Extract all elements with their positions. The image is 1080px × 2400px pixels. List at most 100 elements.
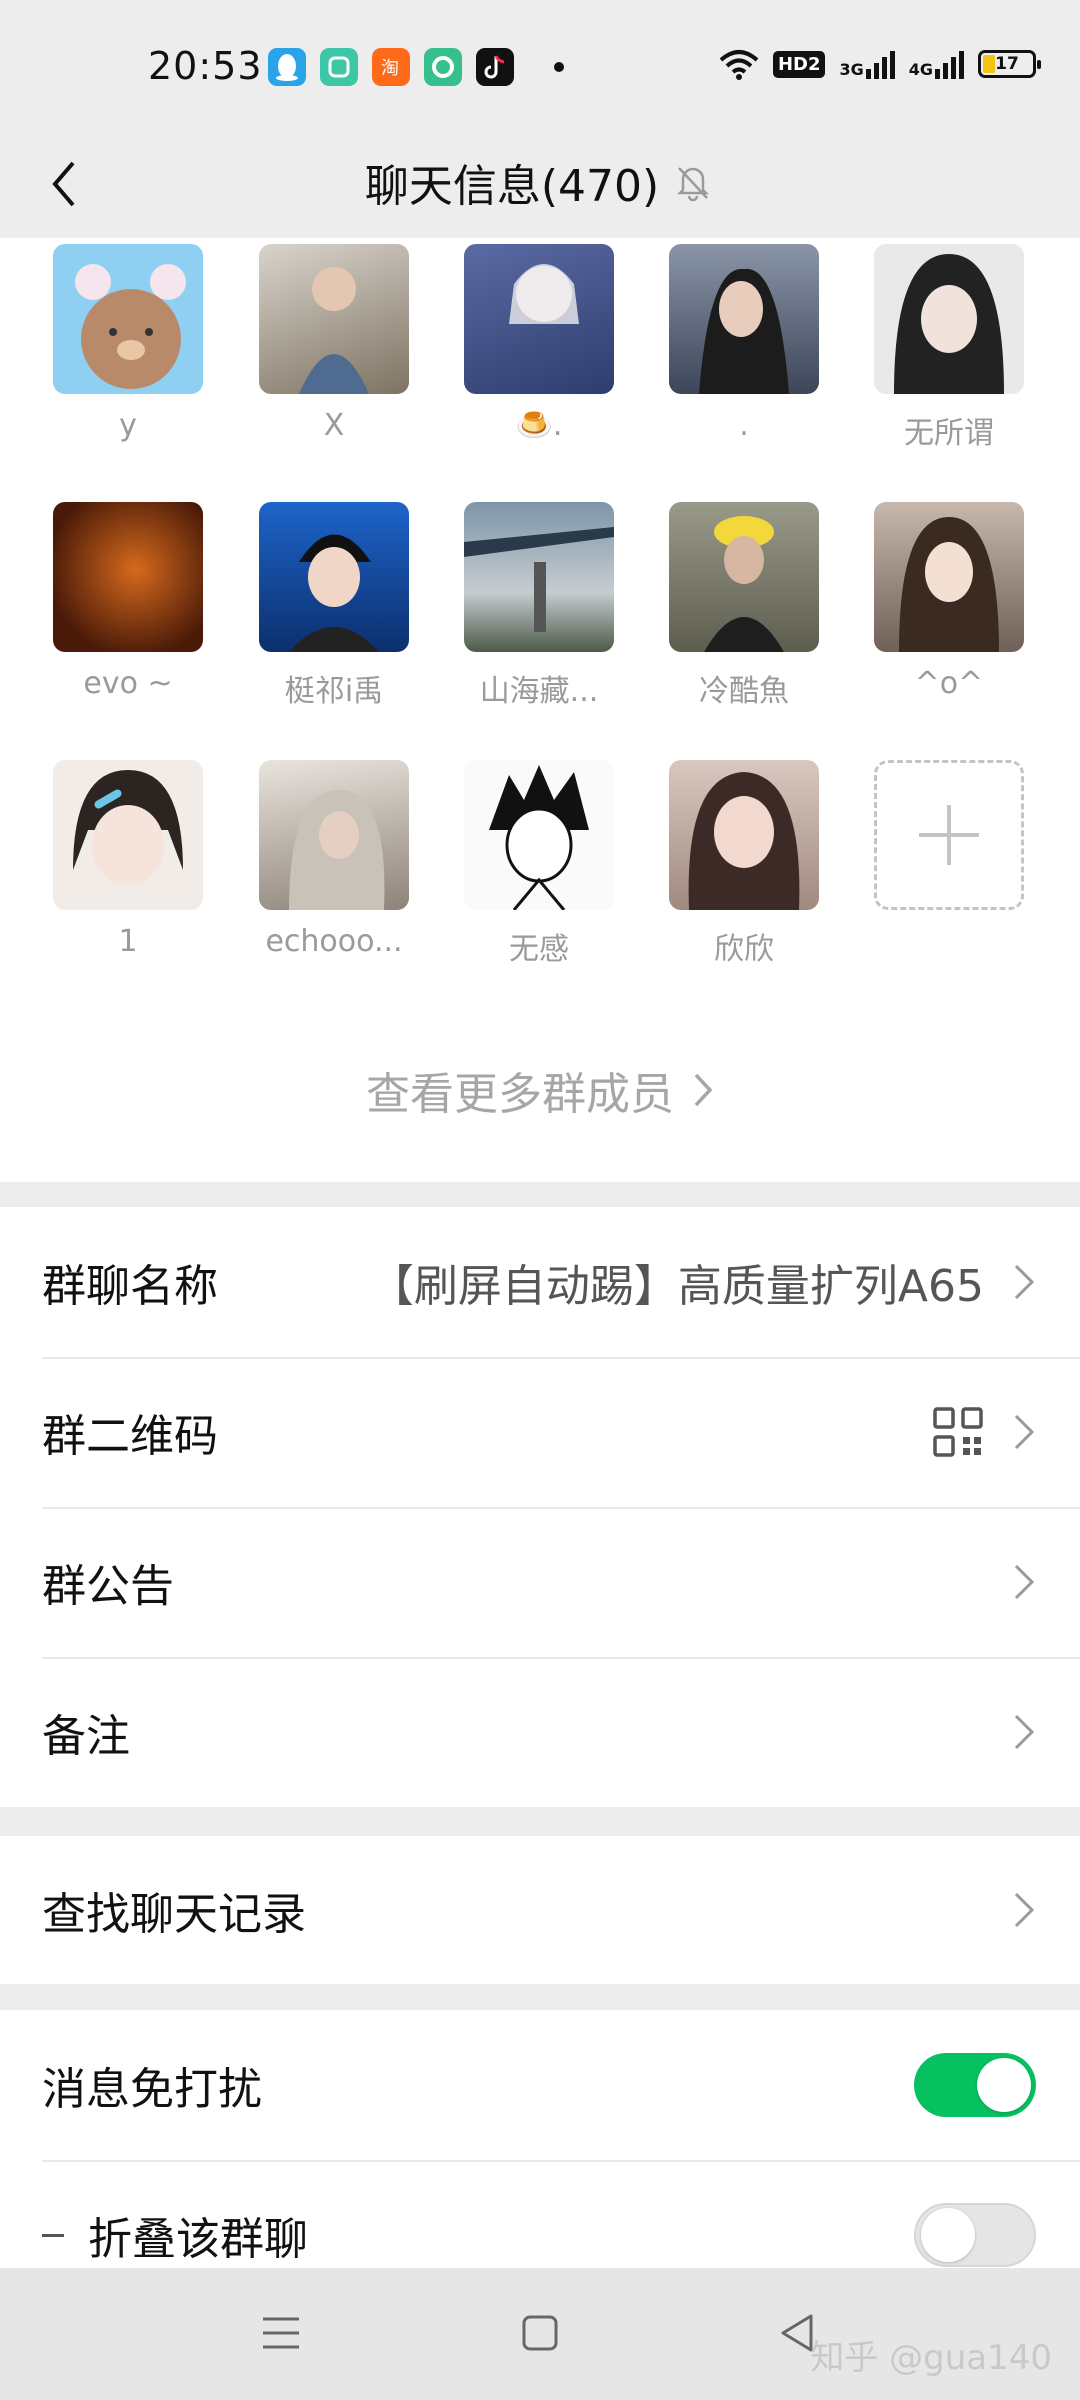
net-type-label: 4G bbox=[908, 60, 933, 79]
member-item[interactable]: 冷酷魚 bbox=[669, 502, 819, 710]
chevron-right-icon bbox=[1014, 1714, 1035, 1750]
chevron-right-icon bbox=[1014, 1564, 1035, 1600]
avatar bbox=[53, 760, 203, 910]
member-name: . bbox=[739, 408, 749, 443]
group-name-row[interactable]: 群聊名称 【刷屏自动踢】高质量扩列A65 bbox=[0, 1207, 1080, 1357]
hd-voice-badge: HD2 bbox=[772, 50, 826, 78]
member-name: 无感 bbox=[509, 932, 569, 967]
search-history-section: 查找聊天记录 bbox=[0, 1836, 1080, 1984]
svg-text:淘: 淘 bbox=[381, 58, 399, 79]
system-icons: HD2 3G 4G 17 bbox=[719, 48, 1041, 80]
group-qrcode-row[interactable]: 群二维码 bbox=[0, 1357, 1080, 1507]
member-name: 梃祁i禹 bbox=[284, 674, 384, 709]
group-announcement-row[interactable]: 群公告 bbox=[0, 1507, 1080, 1657]
signal-bars-icon bbox=[865, 49, 895, 79]
signal-4g: 4G bbox=[909, 49, 964, 79]
member-grid: y X 🍮. . 无所谓 evo ~ 梃祁i禹 山海藏... 冷酷魚 ^o^ 1… bbox=[0, 238, 1080, 1182]
member-name: evo ~ bbox=[83, 666, 173, 701]
member-item[interactable]: X bbox=[259, 244, 409, 443]
member-item[interactable]: evo ~ bbox=[53, 502, 203, 701]
square-home-icon bbox=[522, 2315, 558, 2351]
chat-app-icon bbox=[320, 48, 358, 86]
battery-level: 17 bbox=[995, 54, 1019, 74]
wifi-icon bbox=[719, 50, 759, 80]
avatar bbox=[669, 502, 819, 652]
member-name: 山海藏... bbox=[479, 674, 599, 709]
member-name: X bbox=[323, 408, 345, 443]
home-button[interactable] bbox=[515, 2308, 565, 2358]
member-item[interactable]: 无所谓 bbox=[874, 244, 1024, 452]
search-history-row[interactable]: 查找聊天记录 bbox=[0, 1836, 1080, 1984]
search-history-label: 查找聊天记录 bbox=[42, 1889, 306, 1940]
avatar bbox=[464, 244, 614, 394]
status-bar: 20:53 淘 HD2 3G 4G 17 bbox=[0, 0, 1080, 130]
member-name: 无所谓 bbox=[904, 416, 994, 451]
member-name: 欣欣 bbox=[714, 932, 774, 967]
member-item[interactable]: 梃祁i禹 bbox=[259, 502, 409, 710]
avatar bbox=[874, 502, 1024, 652]
notification-app-icons: 淘 bbox=[268, 48, 564, 86]
page-title: 聊天信息(470) bbox=[364, 161, 660, 212]
avatar bbox=[259, 244, 409, 394]
avatar bbox=[259, 760, 409, 910]
status-time: 20:53 bbox=[148, 44, 263, 88]
member-item[interactable]: . bbox=[669, 244, 819, 443]
member-item[interactable]: 欣欣 bbox=[669, 760, 819, 968]
view-more-members-link[interactable]: 查看更多群成员 bbox=[0, 1058, 1080, 1122]
member-item[interactable]: 无感 bbox=[464, 760, 614, 968]
fold-indicator bbox=[42, 2233, 64, 2237]
member-item[interactable]: y bbox=[53, 244, 203, 443]
bell-off-icon bbox=[677, 167, 710, 202]
menu-button[interactable] bbox=[256, 2308, 306, 2358]
watermark: 知乎 @gua140 bbox=[810, 2338, 1052, 2378]
group-name-label: 群聊名称 bbox=[42, 1261, 218, 1312]
avatar bbox=[53, 502, 203, 652]
avatar bbox=[669, 244, 819, 394]
more-notifications-dot bbox=[554, 62, 564, 72]
member-item[interactable]: 山海藏... bbox=[464, 502, 614, 710]
chevron-right-icon bbox=[1014, 1414, 1035, 1450]
avatar bbox=[874, 244, 1024, 394]
battery-icon: 17 bbox=[978, 50, 1041, 78]
member-item[interactable]: 🍮. bbox=[464, 244, 614, 443]
group-name-value: 【刷屏自动踢】高质量扩列A65 bbox=[369, 1261, 984, 1312]
add-member-box[interactable] bbox=[874, 760, 1024, 910]
group-qrcode-label: 群二维码 bbox=[42, 1411, 218, 1462]
member-item[interactable]: 1 bbox=[53, 760, 203, 959]
chevron-right-icon bbox=[694, 1073, 713, 1107]
group-settings-section: 群聊名称 【刷屏自动踢】高质量扩列A65 群二维码 群公告 备注 bbox=[0, 1207, 1080, 1807]
taobao-icon: 淘 bbox=[372, 48, 410, 86]
member-item[interactable]: ^o^ bbox=[874, 502, 1024, 701]
group-announcement-label: 群公告 bbox=[42, 1561, 174, 1612]
member-name: echooo... bbox=[265, 924, 403, 959]
douyin-icon bbox=[476, 48, 514, 86]
net-type-label: 3G bbox=[839, 60, 864, 79]
fold-chat-label: 折叠该群聊 bbox=[88, 2214, 308, 2265]
avatar bbox=[259, 502, 409, 652]
fold-chat-row: 折叠该群聊 bbox=[0, 2160, 1080, 2268]
mute-toggle[interactable] bbox=[914, 2053, 1036, 2117]
avatar bbox=[669, 760, 819, 910]
member-name: 1 bbox=[118, 924, 138, 959]
member-item[interactable]: echooo... bbox=[259, 760, 409, 959]
member-name: 冷酷魚 bbox=[699, 674, 789, 709]
menu-icon bbox=[263, 2317, 299, 2349]
remark-row[interactable]: 备注 bbox=[0, 1657, 1080, 1807]
camera-app-icon bbox=[424, 48, 462, 86]
chevron-right-icon bbox=[1014, 1264, 1035, 1300]
avatar bbox=[53, 244, 203, 394]
signal-bars-icon bbox=[935, 49, 964, 79]
chevron-right-icon bbox=[1014, 1892, 1035, 1928]
add-member-button[interactable] bbox=[874, 760, 1024, 910]
notification-settings-section: 消息免打扰 折叠该群聊 bbox=[0, 2010, 1080, 2268]
member-name: 🍮. bbox=[515, 408, 563, 443]
remark-label: 备注 bbox=[42, 1711, 130, 1762]
view-more-members-label: 查看更多群成员 bbox=[366, 1069, 674, 1120]
member-name: y bbox=[119, 408, 137, 443]
toggle-knob bbox=[977, 2058, 1031, 2112]
toggle-knob bbox=[921, 2208, 975, 2262]
fold-chat-toggle[interactable] bbox=[914, 2203, 1036, 2267]
signal-3g: 3G bbox=[839, 49, 895, 79]
mute-row: 消息免打扰 bbox=[0, 2010, 1080, 2160]
plus-icon bbox=[919, 805, 979, 865]
